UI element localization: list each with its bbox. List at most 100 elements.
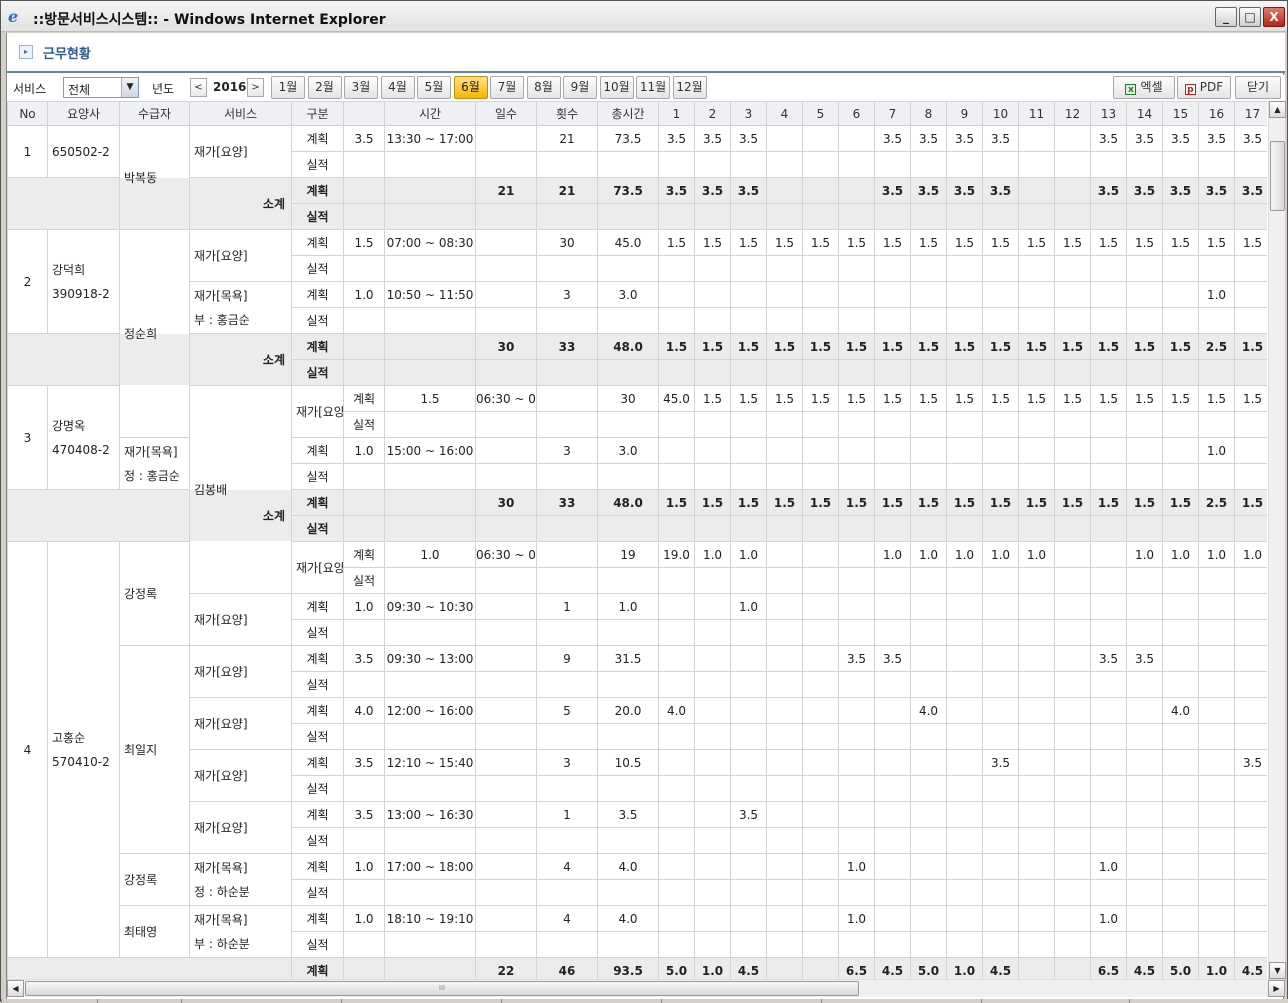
month-tab[interactable]: 9월 [563, 76, 597, 99]
prev-year-button[interactable]: < [190, 78, 207, 97]
empty-cell [343, 307, 385, 334]
count-cell: 30 [597, 385, 659, 412]
day-cell [658, 931, 695, 958]
horizontal-scrollbar[interactable]: ◀ III ▶ [7, 979, 1285, 997]
day-cell [1198, 463, 1235, 490]
excel-button[interactable]: x 엑셀 [1113, 76, 1175, 99]
scroll-down-icon[interactable]: ▼ [1269, 962, 1286, 979]
day-cell [838, 411, 875, 438]
day-cell: 3.5 [1090, 645, 1127, 672]
next-year-button[interactable]: > [247, 78, 264, 97]
month-tab[interactable]: 7월 [490, 76, 524, 99]
close-window-button[interactable]: X [1263, 7, 1285, 27]
total-hours-cell: 20.0 [597, 697, 659, 724]
table-row: 재가[요양] 계획 4.0 12:00 ~ 16:00 5 20.0 4.0 4.0 4.0 [8, 697, 1267, 750]
day-cell [1090, 619, 1127, 646]
total-hours-cell: 45.0 [597, 229, 659, 256]
day-cell: 1.5 [1234, 385, 1267, 412]
count-cell: 5 [536, 697, 598, 724]
day-cell [1162, 931, 1199, 958]
day-cell [658, 905, 695, 932]
month-tab[interactable]: 1월 [271, 76, 305, 99]
service-name: 재가[요양] [296, 404, 343, 419]
day-cell: 1.5 [874, 489, 911, 516]
day-cell [730, 255, 767, 282]
chevron-down-icon[interactable]: ▼ [121, 78, 138, 97]
day-cell [730, 281, 767, 308]
day-cell [1054, 281, 1091, 308]
empty-cell [384, 151, 476, 178]
month-tab[interactable]: 5월 [417, 76, 451, 99]
day-cell: 1.5 [1162, 229, 1199, 256]
column-header: 일수 [475, 101, 537, 126]
day-cell [694, 411, 731, 438]
empty-cell [1198, 359, 1235, 386]
close-button[interactable]: 닫기 [1235, 76, 1281, 99]
count-cell: 4 [536, 853, 598, 880]
day-cell [1234, 307, 1267, 334]
empty-cell [536, 463, 598, 490]
service-name: 재가[목욕] [194, 288, 248, 303]
month-tab[interactable]: 11월 [636, 76, 670, 99]
day-cell [1054, 723, 1091, 750]
month-tab[interactable]: 6월 [453, 76, 488, 99]
horizontal-scroll-thumb[interactable]: III [25, 981, 859, 996]
day-cell [1162, 879, 1199, 906]
plan-actual-cell: 계획 [291, 437, 344, 464]
column-header: 4 [766, 101, 803, 126]
day-cell [946, 905, 983, 932]
day-cell [1018, 879, 1055, 906]
day-cell [766, 697, 803, 724]
month-tab[interactable]: 3월 [344, 76, 378, 99]
month-tab[interactable]: 4월 [380, 76, 415, 99]
plan-actual-cell: 계획 [291, 229, 344, 256]
month-tab[interactable]: 10월 [599, 76, 634, 99]
time-cell: 09:30 ~ 10:30 [384, 593, 476, 620]
month-tab[interactable]: 8월 [526, 76, 561, 99]
day-cell [838, 125, 875, 152]
day-cell [1198, 619, 1235, 646]
day-cell: 3.5 [946, 125, 983, 152]
plan-actual-cell: 실적 [291, 515, 344, 542]
scroll-right-icon[interactable]: ▶ [1268, 980, 1285, 997]
scroll-up-icon[interactable]: ▲ [1269, 101, 1286, 118]
day-cell [730, 619, 767, 646]
service-name: 재가[요양] [194, 820, 248, 835]
service-select[interactable]: 전체 ▼ [63, 77, 139, 98]
empty-cell [946, 515, 983, 542]
day-cell: 1.5 [802, 489, 839, 516]
day-cell: 4.5 [1234, 957, 1267, 979]
service-sub: 정 : 하순분 [194, 884, 250, 899]
day-cell: 1.5 [694, 489, 731, 516]
day-cell: 1.5 [874, 385, 911, 412]
column-header: 횟수 [536, 101, 598, 126]
empty-cell [1234, 359, 1267, 386]
vertical-scrollbar[interactable]: ▲ ▼ [1268, 101, 1286, 979]
empty-cell [384, 411, 476, 438]
empty-cell [597, 619, 659, 646]
month-tab[interactable]: 2월 [307, 76, 342, 99]
month-tab[interactable]: 12월 [672, 76, 707, 99]
pdf-button[interactable]: p PDF [1177, 76, 1231, 99]
status-segment [501, 999, 502, 1003]
maximize-button[interactable]: □ [1239, 7, 1261, 27]
plan-actual-cell: 실적 [291, 931, 344, 958]
day-cell [802, 255, 839, 282]
day-cell [946, 255, 983, 282]
plan-actual-cell: 실적 [291, 879, 344, 906]
plan-actual-cell: 계획 [291, 853, 344, 880]
empty-cell [384, 359, 476, 386]
day-cell [802, 307, 839, 334]
minimize-button[interactable]: _ [1215, 7, 1237, 27]
scroll-left-icon[interactable]: ◀ [7, 980, 24, 997]
day-cell: 1.5 [1234, 489, 1267, 516]
plan-actual-cell: 계획 [291, 333, 344, 360]
service-cell: 재가[요양] [189, 593, 292, 646]
count-cell: 33 [536, 333, 598, 360]
day-cell: 1.5 [730, 385, 767, 412]
vertical-scroll-thumb[interactable] [1270, 141, 1285, 211]
day-cell [946, 645, 983, 672]
empty-cell [536, 671, 598, 698]
day-cell [1234, 255, 1267, 282]
day-cell: 1.5 [1090, 229, 1127, 256]
